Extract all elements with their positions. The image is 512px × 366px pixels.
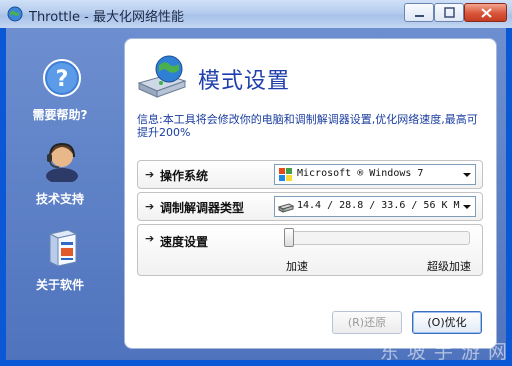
help-icon: ? (42, 58, 82, 98)
svg-text:?: ? (56, 67, 69, 92)
maximize-icon (444, 7, 455, 18)
minimize-button[interactable] (404, 3, 434, 22)
software-box-icon (42, 226, 82, 267)
windows-flag-icon (278, 167, 294, 182)
modem-label: 调制解调器类型 (160, 201, 245, 215)
os-label: 操作系统 (160, 169, 209, 183)
sidebar-item-label: 技术支持 (35, 192, 84, 206)
page-title: 模式设置 (198, 69, 291, 94)
close-icon (481, 8, 492, 18)
info-text: 信息:本工具将会修改你的电脑和调制解调器设置,优化网络速度,最高可提升200% (137, 113, 478, 139)
speed-label: 速度设置 (160, 235, 209, 249)
window-title: Throttle - 最大化网络性能 (29, 10, 184, 25)
chevron-down-icon[interactable] (459, 165, 475, 184)
restore-button[interactable]: (R)还原 (332, 311, 402, 334)
optimize-button[interactable]: (O)优化 (412, 311, 482, 334)
modem-select[interactable]: 14.4 / 28.8 / 33.6 / 56 K M (274, 196, 476, 217)
minimize-icon (415, 15, 424, 17)
os-value: Microsoft ® Windows 7 (297, 168, 424, 179)
speed-slider-track[interactable] (284, 231, 470, 245)
main-panel: 模式设置 信息:本工具将会修改你的电脑和调制解调器设置,优化网络速度,最高可提升… (124, 38, 497, 349)
modem-value: 14.4 / 28.8 / 33.6 / 56 K M (297, 200, 460, 211)
maximize-button[interactable] (434, 3, 464, 22)
sidebar: ? 需要帮助? 技术支持 关于软件 (6, 28, 114, 360)
chevron-down-icon[interactable] (459, 197, 475, 216)
row-arrow-icon: ➔ (145, 200, 155, 213)
row-arrow-icon: ➔ (145, 232, 155, 245)
modem-icon (277, 199, 295, 214)
os-select[interactable]: Microsoft ® Windows 7 (274, 164, 476, 185)
modem-row: ➔ 调制解调器类型 14.4 / 28.8 / 33.6 / 56 K M (137, 192, 483, 221)
network-drive-globe-icon (137, 55, 187, 99)
sidebar-item-label: 关于软件 (35, 278, 84, 292)
speed-slider-thumb[interactable] (284, 228, 294, 247)
app-window: Throttle - 最大化网络性能 ? 需要帮助? 技术支持 关于软件 模式设… (0, 0, 512, 366)
speed-row: ➔ 速度设置 加速 超级加速 (137, 224, 483, 276)
close-button[interactable] (464, 3, 507, 22)
sidebar-item-label: 需要帮助? (32, 108, 88, 122)
sidebar-item-support[interactable]: 技术支持 (6, 140, 114, 212)
row-arrow-icon: ➔ (145, 168, 155, 181)
globe-icon (7, 6, 23, 22)
speed-min-label: 加速 (286, 260, 308, 273)
support-person-icon (42, 140, 82, 184)
os-row: ➔ 操作系统 Microsoft ® Windows 7 (137, 160, 483, 189)
watermark: 东 坡 手 游 网 (379, 341, 508, 363)
sidebar-item-about[interactable]: 关于软件 (6, 226, 114, 298)
sidebar-item-help[interactable]: ? 需要帮助? (6, 58, 114, 128)
speed-max-label: 超级加速 (427, 260, 471, 273)
title-bar[interactable]: Throttle - 最大化网络性能 (0, 0, 512, 28)
